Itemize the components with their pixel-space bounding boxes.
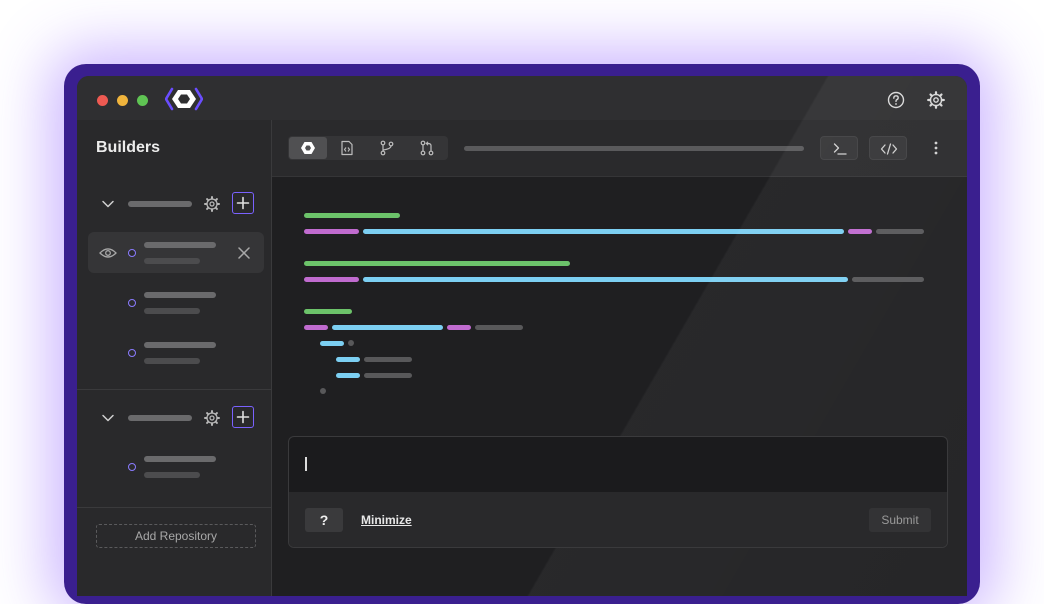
group-divider [77,389,271,390]
close-icon[interactable] [237,246,251,260]
add-repository-button[interactable]: Add Repository [96,524,256,548]
code-token [852,277,924,282]
add-builder-button[interactable] [232,406,254,428]
code-view-button[interactable] [869,136,907,160]
builder-detail-placeholder [144,472,200,478]
file-code-icon [341,140,353,156]
gear-icon[interactable] [926,90,946,110]
code-token [304,213,400,218]
git-branch-icon [380,140,394,156]
code-token [304,229,359,234]
code-token [475,325,523,330]
app-window: Builders Add Repository ? Minimize Submi… [77,76,967,596]
submit-button[interactable]: Submit [869,508,931,532]
code-token [336,357,360,362]
code-token [332,325,443,330]
code-token [363,229,844,234]
tab-branches[interactable] [368,137,406,159]
code-token [304,261,570,266]
builder-detail-placeholder [144,358,200,364]
minimize-window-button[interactable] [117,95,128,106]
text-cursor [305,457,307,471]
chevron-down-icon[interactable] [101,197,115,211]
code-token [336,373,360,378]
code-token [876,229,924,234]
prompt-box: ? Minimize Submit [288,436,948,548]
builder-name-placeholder [144,242,216,248]
code-token [848,229,872,234]
terminal-icon [833,143,847,155]
builder-detail-placeholder [144,258,200,264]
code-token [304,309,352,314]
maximize-window-button[interactable] [137,95,148,106]
code-token [364,357,412,362]
title-bar [77,76,967,120]
builder-status-dot [128,463,136,471]
builder-status-dot [128,299,136,307]
hexagon-icon [301,142,315,154]
chevron-down-icon[interactable] [101,411,115,425]
tab-builder[interactable] [289,137,327,159]
group-settings-icon[interactable] [203,409,221,427]
code-token [363,277,848,282]
builder-status-dot [128,349,136,357]
builder-status-dot [128,249,136,257]
tab-files[interactable] [328,137,366,159]
minimize-link[interactable]: Minimize [361,513,412,527]
code-token [447,325,471,330]
sidebar-title: Builders [96,139,161,156]
close-window-button[interactable] [97,95,108,106]
group-settings-icon[interactable] [203,195,221,213]
plus-icon [236,410,250,424]
code-token [304,325,328,330]
code-icon [880,143,898,155]
plus-icon [236,196,250,210]
eye-icon[interactable] [99,246,117,260]
help-icon[interactable] [886,90,906,110]
tab-pull-requests[interactable] [408,137,446,159]
code-token [348,340,354,346]
builder-detail-placeholder [144,308,200,314]
code-token [304,277,359,282]
more-vertical-icon[interactable] [928,139,944,157]
path-placeholder [464,146,804,151]
code-token [320,341,344,346]
builder-name-placeholder[interactable] [144,342,216,348]
code-token [320,388,326,394]
add-builder-button[interactable] [232,192,254,214]
code-token [364,373,412,378]
sidebar-footer-divider [77,507,271,508]
group-name-placeholder [128,415,192,421]
git-pull-request-icon [420,140,434,156]
terminal-button[interactable] [820,136,858,160]
group-name-placeholder [128,201,192,207]
prompt-footer: ? Minimize Submit [289,492,947,547]
builder-name-placeholder[interactable] [144,292,216,298]
builder-name-placeholder[interactable] [144,456,216,462]
prompt-input[interactable] [289,437,947,492]
help-button[interactable]: ? [305,508,343,532]
app-logo-icon [165,87,203,111]
